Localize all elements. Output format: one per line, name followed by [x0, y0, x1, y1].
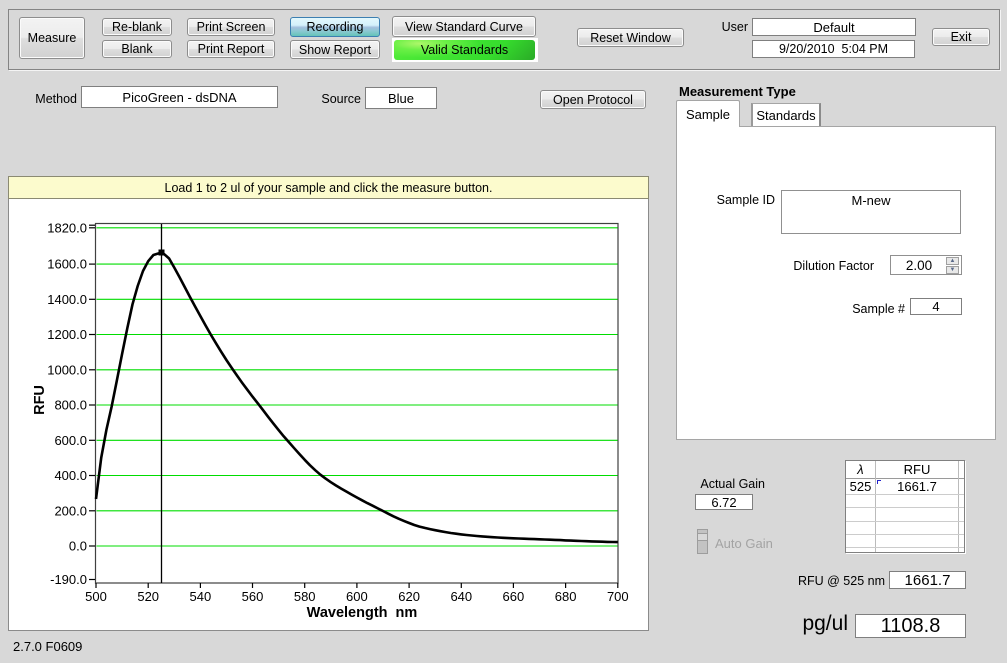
- svg-text:-190.0: -190.0: [50, 572, 87, 587]
- svg-text:560: 560: [242, 589, 264, 604]
- svg-text:Wavelength nm: Wavelength nm: [307, 605, 418, 621]
- svg-text:RFU: RFU: [32, 385, 48, 415]
- svg-text:1000.0: 1000.0: [47, 362, 87, 377]
- svg-text:1600.0: 1600.0: [47, 257, 87, 272]
- svg-text:620: 620: [398, 589, 420, 604]
- svg-text:660: 660: [503, 589, 525, 604]
- svg-text:680: 680: [555, 589, 577, 604]
- svg-text:400.0: 400.0: [54, 468, 87, 483]
- svg-text:600.0: 600.0: [54, 433, 87, 448]
- svg-text:700: 700: [607, 589, 629, 604]
- svg-text:600: 600: [346, 589, 368, 604]
- svg-text:580: 580: [294, 589, 316, 604]
- svg-text:1820.0: 1820.0: [47, 220, 87, 235]
- svg-text:1400.0: 1400.0: [47, 292, 87, 307]
- svg-text:200.0: 200.0: [54, 503, 87, 518]
- svg-text:0.0: 0.0: [69, 539, 87, 554]
- svg-text:540: 540: [190, 589, 212, 604]
- svg-text:500: 500: [85, 589, 107, 604]
- svg-text:640: 640: [450, 589, 472, 604]
- svg-text:520: 520: [137, 589, 159, 604]
- svg-text:1200.0: 1200.0: [47, 327, 87, 342]
- svg-text:800.0: 800.0: [54, 398, 87, 413]
